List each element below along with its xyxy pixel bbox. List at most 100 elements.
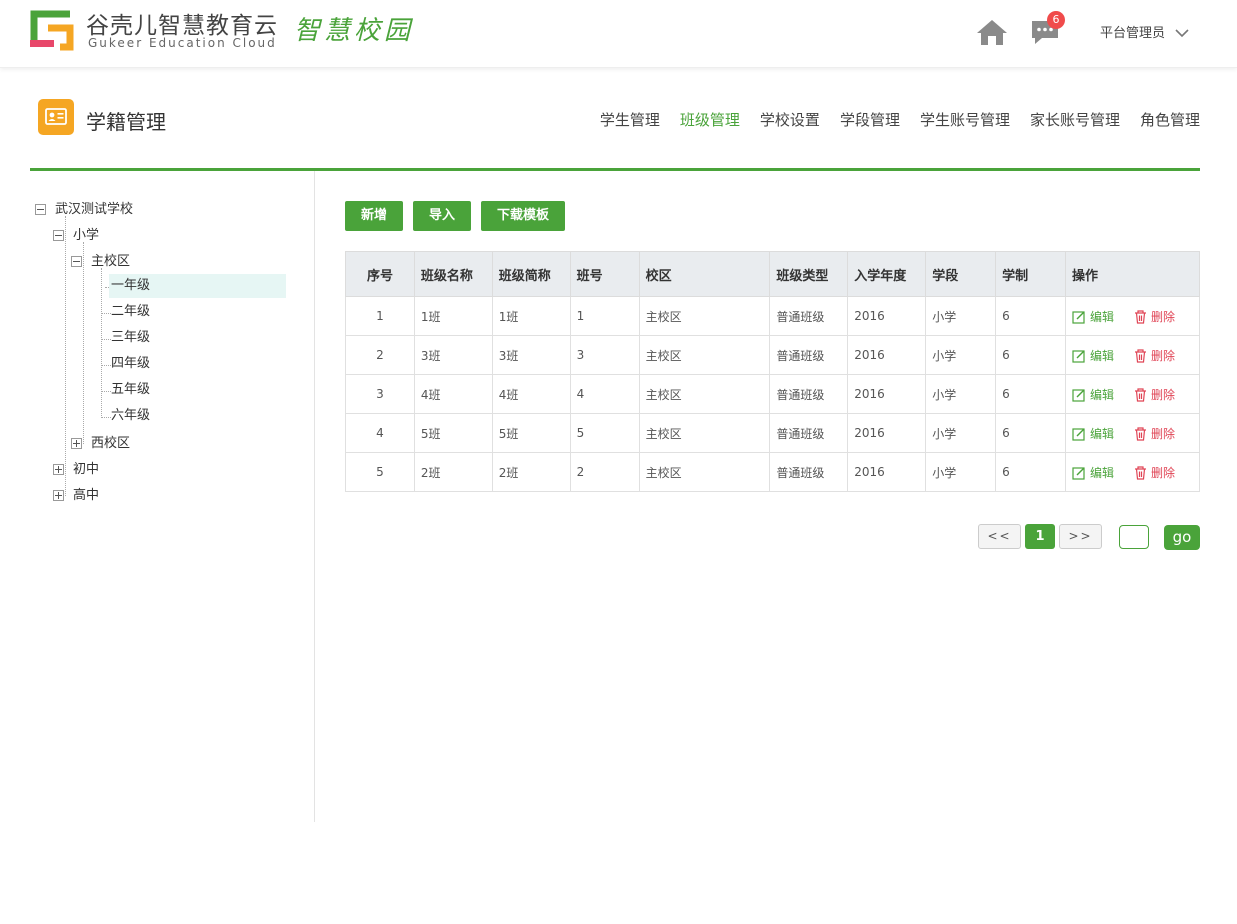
column-header: 学段 — [925, 251, 997, 297]
delete-label: 删除 — [1151, 426, 1176, 441]
table-cell: 3 — [569, 335, 640, 375]
page-number-input[interactable] — [1119, 525, 1149, 549]
expand-icon[interactable] — [53, 464, 64, 475]
edit-button[interactable]: 编辑 — [1072, 425, 1114, 442]
table-cell: 4班 — [491, 374, 571, 414]
delete-button[interactable]: 删除 — [1134, 425, 1175, 442]
edit-icon — [1072, 310, 1085, 324]
student-card-icon — [38, 99, 74, 135]
delete-label: 删除 — [1151, 309, 1176, 324]
tree-node-primary[interactable]: 小学 — [53, 224, 101, 248]
tree-node-high[interactable]: 高中 — [53, 484, 101, 508]
expand-icon[interactable] — [71, 438, 82, 449]
nav-parent-accounts[interactable]: 家长账号管理 — [1030, 109, 1120, 130]
table-cell: 5 — [345, 452, 415, 492]
gukeer-logo-icon — [30, 10, 74, 51]
tree-guide-line — [101, 268, 102, 418]
tree-node-grade-5[interactable]: 五年级 — [109, 378, 152, 402]
delete-button[interactable]: 删除 — [1134, 386, 1175, 403]
school-tree: 武汉测试学校 小学 主校区 一年级 二年级 三年级 四年级 五年级 六年级 西校… — [30, 171, 315, 822]
nav-class-management[interactable]: 班级管理 — [680, 109, 740, 130]
table-header-row: 序号 班级名称 班级简称 班号 校区 班级类型 入学年度 学段 学制 操作 — [345, 251, 1200, 297]
tree-node-grade-4[interactable]: 四年级 — [109, 352, 152, 376]
chevron-down-icon — [1175, 29, 1189, 38]
table-row: 1 1班 1班 1 主校区 普通班级 2016 小学 6 编辑 删除 — [345, 296, 1200, 336]
go-button[interactable]: go — [1164, 525, 1200, 550]
brand-name: 谷壳儿智慧教育云 — [86, 13, 278, 39]
edit-icon — [1072, 388, 1085, 402]
table-cell: 2016 — [847, 374, 927, 414]
actions-cell: 编辑 删除 — [1065, 413, 1200, 453]
tree-node-grade-2[interactable]: 二年级 — [109, 300, 152, 324]
delete-button[interactable]: 删除 — [1134, 464, 1175, 481]
table-cell: 5班 — [491, 413, 571, 453]
delete-button[interactable]: 删除 — [1134, 347, 1175, 364]
column-header: 班级类型 — [769, 251, 849, 297]
next-page-button[interactable]: >> — [1059, 524, 1102, 549]
edit-button[interactable]: 编辑 — [1072, 347, 1114, 364]
add-button[interactable]: 新增 — [345, 201, 404, 231]
table-row: 2 3班 3班 3 主校区 普通班级 2016 小学 6 编辑 删除 — [345, 335, 1200, 375]
tree-node-grade-1[interactable]: 一年级 — [109, 274, 286, 298]
tree-node-school[interactable]: 武汉测试学校 — [35, 198, 135, 222]
delete-button[interactable]: 删除 — [1134, 308, 1175, 325]
current-page-button[interactable]: 1 — [1025, 524, 1055, 549]
nav-role-management[interactable]: 角色管理 — [1140, 109, 1200, 130]
nav-school-settings[interactable]: 学校设置 — [760, 109, 820, 130]
collapse-icon[interactable] — [35, 204, 46, 215]
table-cell: 主校区 — [638, 413, 771, 453]
nav-student-accounts[interactable]: 学生账号管理 — [920, 109, 1010, 130]
edit-label: 编辑 — [1090, 426, 1115, 441]
actions-cell: 编辑 删除 — [1065, 335, 1200, 375]
table-cell: 1班 — [491, 296, 571, 336]
top-header: 谷壳儿智慧教育云 Gukeer Education Cloud 智慧校园 6 平… — [0, 0, 1237, 68]
edit-button[interactable]: 编辑 — [1072, 308, 1114, 325]
tree-node-grade-3[interactable]: 三年级 — [109, 326, 152, 350]
import-button[interactable]: 导入 — [413, 201, 472, 231]
column-header: 校区 — [638, 251, 771, 297]
nav-stage-management[interactable]: 学段管理 — [840, 109, 900, 130]
nav-student-management[interactable]: 学生管理 — [600, 109, 660, 130]
table-cell: 普通班级 — [769, 374, 849, 414]
delete-label: 删除 — [1151, 348, 1176, 363]
table-cell: 6 — [995, 296, 1066, 336]
edit-button[interactable]: 编辑 — [1072, 386, 1114, 403]
table-cell: 主校区 — [638, 335, 771, 375]
tree-node-middle[interactable]: 初中 — [53, 458, 101, 482]
tree-node-grade-6[interactable]: 六年级 — [109, 404, 152, 428]
table-cell: 普通班级 — [769, 335, 849, 375]
table-cell: 小学 — [925, 296, 997, 336]
table-cell: 4 — [569, 374, 640, 414]
delete-label: 删除 — [1151, 387, 1176, 402]
table-cell: 3班 — [491, 335, 571, 375]
prev-page-button[interactable]: << — [978, 524, 1021, 549]
table-cell: 2 — [345, 335, 415, 375]
table-cell: 2016 — [847, 413, 927, 453]
collapse-icon[interactable] — [53, 230, 64, 241]
table-cell: 2016 — [847, 452, 927, 492]
column-header: 学制 — [995, 251, 1066, 297]
trash-icon — [1135, 348, 1147, 363]
edit-button[interactable]: 编辑 — [1072, 464, 1114, 481]
tree-node-west-campus[interactable]: 西校区 — [71, 432, 132, 456]
tree-node-main-campus[interactable]: 主校区 — [71, 250, 132, 274]
edit-label: 编辑 — [1090, 465, 1115, 480]
delete-label: 删除 — [1151, 465, 1176, 480]
trash-icon — [1135, 309, 1147, 324]
collapse-icon[interactable] — [71, 256, 82, 267]
actions-cell: 编辑 删除 — [1065, 296, 1200, 336]
edit-icon — [1072, 466, 1085, 480]
column-header: 班级简称 — [491, 251, 571, 297]
home-icon[interactable] — [976, 18, 1008, 46]
column-header: 序号 — [345, 251, 415, 297]
download-template-button[interactable]: 下载模板 — [481, 201, 566, 231]
edit-icon — [1072, 427, 1085, 441]
table-cell: 5班 — [413, 413, 493, 453]
user-menu[interactable]: 平台管理员 — [1100, 22, 1189, 41]
table-cell: 6 — [995, 374, 1066, 414]
table-cell: 小学 — [925, 374, 997, 414]
table-cell: 主校区 — [638, 374, 771, 414]
column-header: 操作 — [1065, 251, 1200, 297]
table-cell: 1 — [569, 296, 640, 336]
expand-icon[interactable] — [53, 490, 64, 501]
